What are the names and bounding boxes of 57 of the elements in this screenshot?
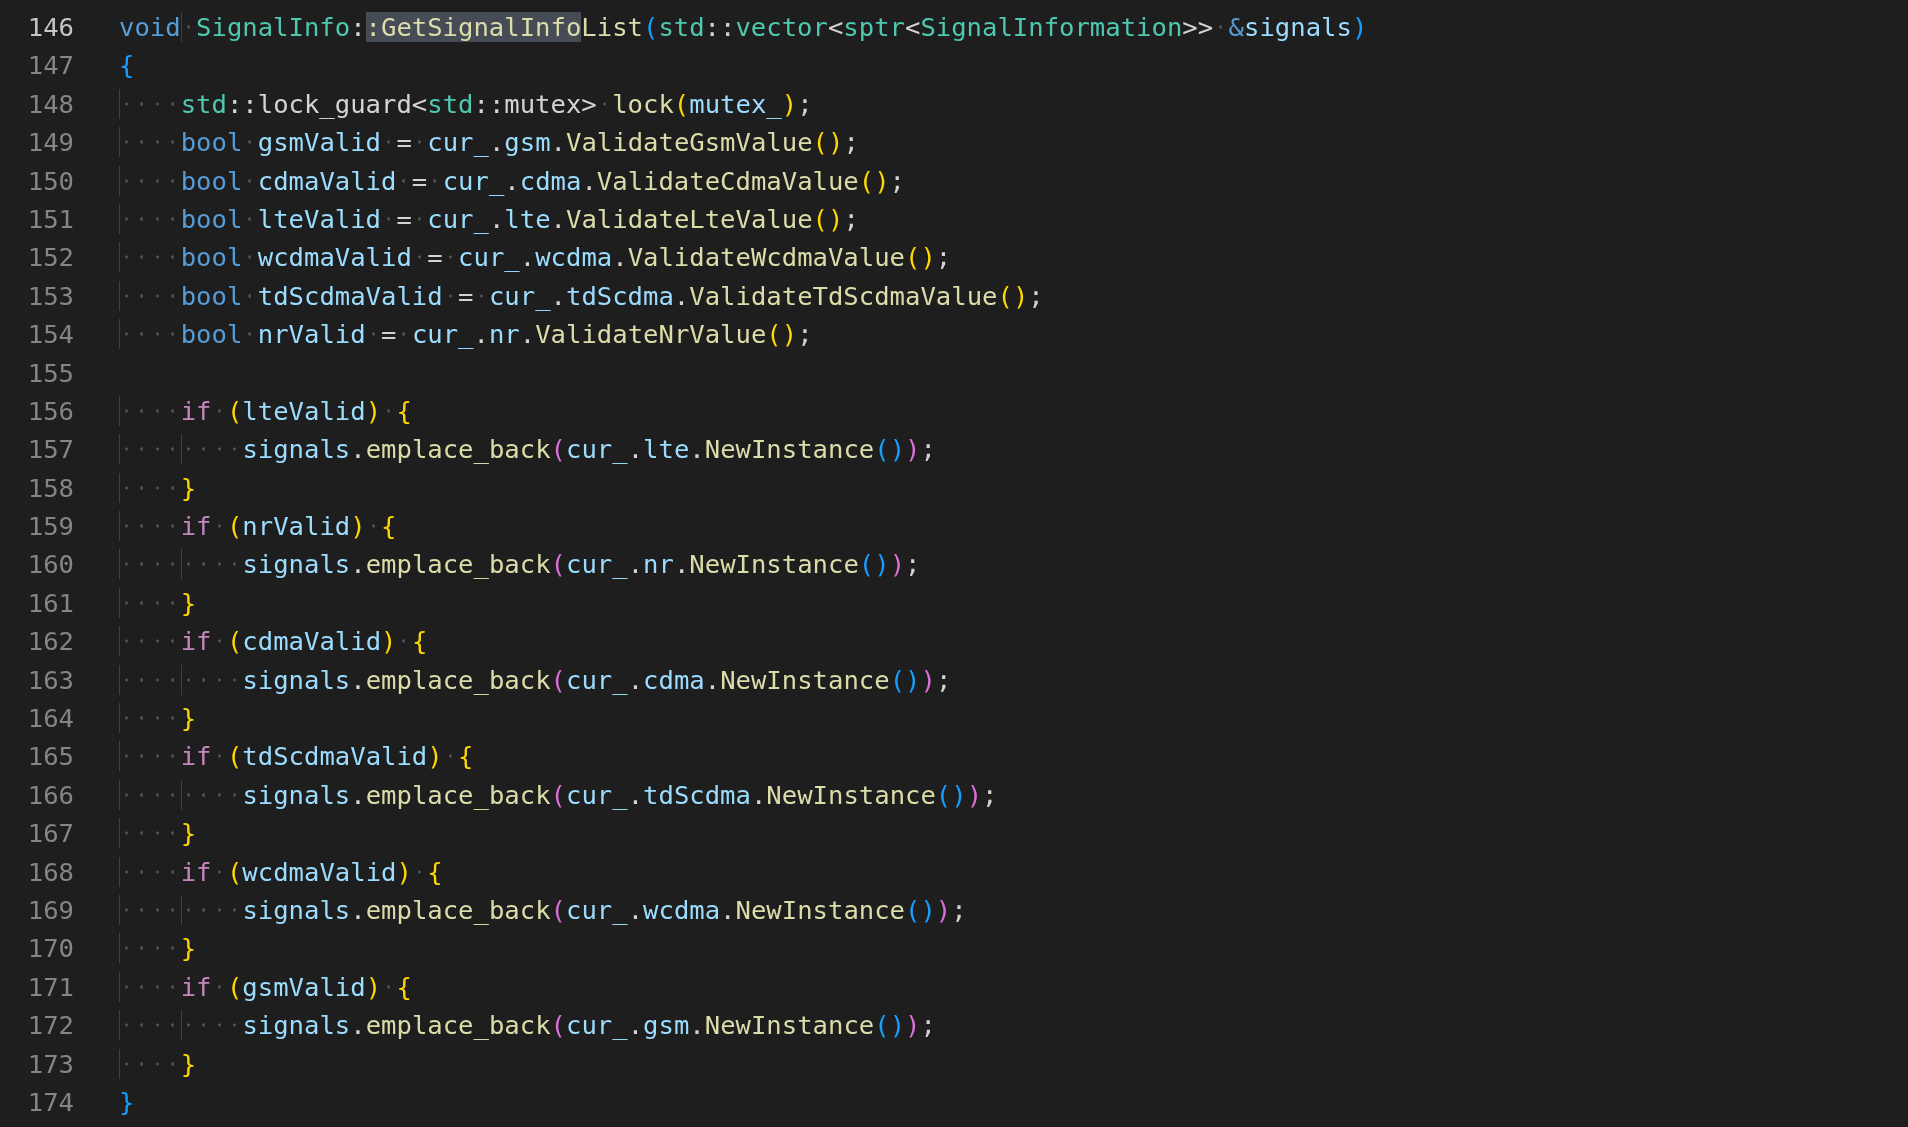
code-line: bool wcdmaValid = cur_.wcdma.ValidateWcdmaValue(); [119,238,952,277]
code-line: } [119,929,197,968]
line-number: 157 [26,433,74,467]
code-line: std::lock_guard<std::mutex> lock(mutex_); [119,84,813,124]
line-number: 160 [26,548,74,582]
code-line: } [119,1044,197,1083]
code-line: signals.emplace_back(cur_.cdma.NewInstance()); [119,660,952,700]
line-number: 165 [26,740,74,774]
line-number: 173 [26,1047,74,1081]
line-number: 149 [26,126,74,160]
code-line: if (wcdmaValid) { [119,852,443,891]
code-line: signals.emplace_back(cur_.wcdma.NewInstance()); [119,891,967,930]
line-number: 158 [26,471,74,505]
line-number: 153 [26,279,74,313]
line-number: 146 [26,11,74,44]
line-number: 152 [26,241,74,275]
line-number: 167 [26,817,74,851]
code-line: void SignalInfo::GetSignalInfoList(std::vector<sptr<SignalInformation>> &signals) [119,11,1368,44]
code-line: { [119,49,135,83]
code-line: } [119,1085,135,1119]
code-line: bool tdScdmaValid = cur_.tdScdma.ValidateTdScdmaValue(); [119,276,1044,316]
code-line: if (cdmaValid) { [119,622,428,661]
line-number: 150 [26,164,74,198]
code-line: } [119,468,197,508]
code-line: bool nrValid = cur_.nr.ValidateNrValue(); [119,315,813,354]
code-line: } [119,583,197,623]
line-number: 170 [26,932,74,966]
line-number: 164 [26,702,74,736]
line-number: 162 [26,625,74,659]
line-number: 169 [26,894,74,927]
line-number: 155 [26,356,74,390]
code-line: bool cdmaValid = cur_.cdma.ValidateCdmaValue(); [119,161,906,200]
line-number: 159 [26,510,74,544]
code-line: signals.emplace_back(cur_.tdScdma.NewInstance()); [119,775,998,815]
code-line: signals.emplace_back(cur_.lte.NewInstance()); [119,430,936,469]
line-number: 163 [26,663,74,697]
line-number: 171 [26,970,74,1004]
code-line: } [119,814,197,853]
line-number: 161 [26,586,74,620]
line-number: 151 [26,202,74,236]
line-number: 166 [26,778,74,812]
code-line: } [119,699,197,738]
code-line: signals.emplace_back(cur_.gsm.NewInstance()); [119,1006,936,1045]
line-number: 147 [26,49,74,83]
code-line: if (nrValid) { [119,507,397,546]
code-line: if (tdScdmaValid) { [119,737,474,776]
line-number: 154 [26,318,74,352]
line-number: 172 [26,1009,74,1043]
line-number: 168 [26,855,74,889]
code-line: signals.emplace_back(cur_.nr.NewInstance()); [119,545,921,584]
code-line: if (lteValid) { [119,391,412,431]
code-line: if (gsmValid) { [119,967,412,1007]
line-number: 156 [26,394,74,428]
code-line: bool lteValid = cur_.lte.ValidateLteValue(); [119,199,859,239]
code-line: bool gsmValid = cur_.gsm.ValidateGsmValue(); [119,123,859,162]
line-number: 148 [26,87,74,121]
line-number: 174 [26,1085,74,1119]
